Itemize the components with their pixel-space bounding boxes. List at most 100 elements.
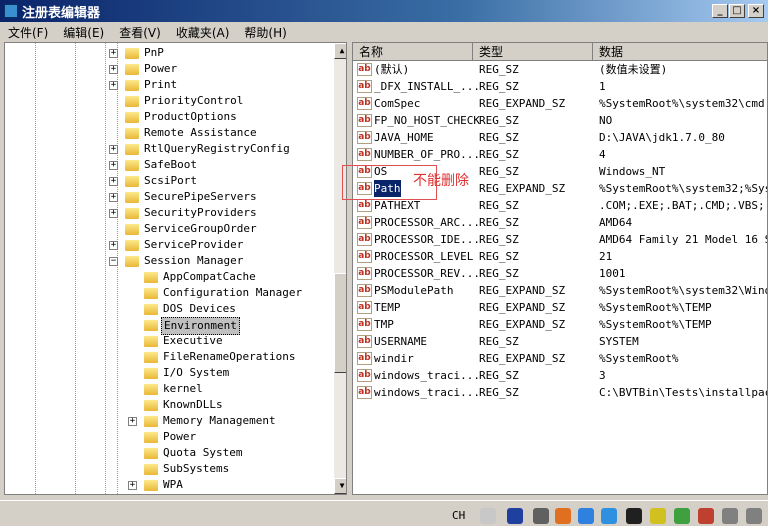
- tree-item-label: Remote Assistance: [144, 126, 257, 139]
- tree-item[interactable]: + SecurePipeServers: [5, 189, 333, 205]
- value-row[interactable]: ab PROCESSOR_IDE... REG_SZ AMD64 Family 21 …: [353, 231, 767, 248]
- expand-icon[interactable]: +: [109, 177, 118, 186]
- value-data: AMD64: [599, 216, 633, 229]
- tree-item[interactable]: + WPA: [5, 477, 333, 493]
- column-type[interactable]: 类型: [473, 43, 593, 61]
- expand-icon[interactable]: +: [109, 49, 118, 58]
- tree-item[interactable]: + Power: [5, 61, 333, 77]
- expand-icon[interactable]: +: [109, 161, 118, 170]
- search-icon[interactable]: [555, 508, 571, 524]
- tree-item-label: Power: [144, 62, 178, 75]
- tree-item[interactable]: Executive: [5, 333, 333, 349]
- language-indicator[interactable]: CH: [452, 509, 465, 522]
- value-type: REG_SZ: [479, 148, 519, 161]
- tree-item[interactable]: + ServiceProvider: [5, 237, 333, 253]
- menu-help[interactable]: 帮助(H): [236, 22, 293, 40]
- cloud-icon[interactable]: [601, 508, 617, 524]
- tree-item[interactable]: − Session Manager: [5, 253, 333, 269]
- tree-item[interactable]: KnownDLLs: [5, 397, 333, 413]
- tree-item[interactable]: PriorityControl: [5, 93, 333, 109]
- help-icon[interactable]: [507, 508, 523, 524]
- power-icon[interactable]: [722, 508, 738, 524]
- value-row[interactable]: ab FP_NO_HOST_CHECK REG_SZ NO: [353, 112, 767, 129]
- tree-item-label: AppCompatCache: [163, 270, 256, 283]
- list-header: 名称 类型 数据: [353, 43, 767, 61]
- volume-icon[interactable]: [698, 508, 714, 524]
- tree-item[interactable]: + Memory Management: [5, 413, 333, 429]
- value-row[interactable]: ab TMP REG_EXPAND_SZ %SystemRoot%\TEMP: [353, 316, 767, 333]
- value-row[interactable]: ab PROCESSOR_ARC... REG_SZ AMD64: [353, 214, 767, 231]
- tree-item[interactable]: Power: [5, 429, 333, 445]
- tree-item[interactable]: + ScsiPort: [5, 173, 333, 189]
- tree-item[interactable]: Configuration Manager: [5, 285, 333, 301]
- display-icon[interactable]: [746, 508, 762, 524]
- menu-view[interactable]: 查看(V): [111, 22, 168, 40]
- value-name: PROCESSOR_REV...: [374, 267, 480, 280]
- string-value-icon: ab: [357, 80, 372, 93]
- value-row[interactable]: ab ComSpec REG_EXPAND_SZ %SystemRoot%\syste…: [353, 95, 767, 112]
- value-row[interactable]: ab JAVA_HOME REG_SZ D:\JAVA\jdk1.7.0_80: [353, 129, 767, 146]
- tree-item[interactable]: I/O System: [5, 365, 333, 381]
- plus-icon[interactable]: [650, 508, 666, 524]
- expand-icon[interactable]: +: [109, 241, 118, 250]
- tree-item[interactable]: Environment: [5, 317, 333, 335]
- tree-item[interactable]: AppCompatCache: [5, 269, 333, 285]
- value-row[interactable]: ab PSModulePath REG_EXPAND_SZ %SystemRoot%\…: [353, 282, 767, 299]
- network-icon[interactable]: [674, 508, 690, 524]
- value-row[interactable]: ab _DFX_INSTALL_... REG_SZ 1: [353, 78, 767, 95]
- tree-item[interactable]: + SafeBoot: [5, 157, 333, 173]
- tree-item[interactable]: ServiceGroupOrder: [5, 221, 333, 237]
- value-row[interactable]: ab NUMBER_OF_PRO... REG_SZ 4: [353, 146, 767, 163]
- string-value-icon: ab: [357, 114, 372, 127]
- maximize-button[interactable]: □: [729, 4, 745, 18]
- taskbar: CH: [0, 500, 768, 526]
- value-row[interactable]: ab PROCESSOR_REV... REG_SZ 1001: [353, 265, 767, 282]
- expand-icon[interactable]: +: [109, 193, 118, 202]
- tree-item[interactable]: Quota System: [5, 445, 333, 461]
- tree-item[interactable]: + RtlQueryRegistryConfig: [5, 141, 333, 157]
- value-row[interactable]: ab windows_traci... REG_SZ C:\BVTBin\Tests\…: [353, 384, 767, 401]
- value-row[interactable]: ab USERNAME REG_SZ SYSTEM: [353, 333, 767, 350]
- close-button[interactable]: ×: [748, 4, 764, 18]
- tree-item-label: Memory Management: [163, 414, 276, 427]
- value-row[interactable]: ab windir REG_EXPAND_SZ %SystemRoot%: [353, 350, 767, 367]
- keyboard-icon[interactable]: [480, 508, 496, 524]
- menu-favorites[interactable]: 收藏夹(A): [168, 22, 237, 40]
- collapse-icon[interactable]: −: [109, 257, 118, 266]
- tree-item[interactable]: kernel: [5, 381, 333, 397]
- scroll-down-button[interactable]: ▼: [334, 478, 346, 494]
- expand-icon[interactable]: +: [128, 417, 137, 426]
- tree-item[interactable]: + Print: [5, 77, 333, 93]
- value-row[interactable]: ab TEMP REG_EXPAND_SZ %SystemRoot%\TEMP: [353, 299, 767, 316]
- expand-icon[interactable]: +: [109, 209, 118, 218]
- contacts-icon[interactable]: [578, 508, 594, 524]
- folder-icon: [125, 64, 139, 75]
- tree-item-label: FileRenameOperations: [163, 350, 296, 363]
- value-row[interactable]: ab PROCESSOR_LEVEL REG_SZ 21: [353, 248, 767, 265]
- menu-edit[interactable]: 编辑(E): [55, 22, 111, 40]
- expand-icon[interactable]: +: [109, 65, 118, 74]
- scroll-thumb[interactable]: [334, 273, 346, 373]
- string-value-icon: ab: [357, 199, 372, 212]
- tree-scrollbar[interactable]: ▲ ▼: [334, 43, 346, 494]
- expand-icon[interactable]: +: [128, 481, 137, 490]
- scroll-up-button[interactable]: ▲: [334, 43, 346, 59]
- tree-item[interactable]: Remote Assistance: [5, 125, 333, 141]
- column-data[interactable]: 数据: [593, 43, 767, 61]
- tree-item[interactable]: DOS Devices: [5, 301, 333, 317]
- tree-item[interactable]: ProductOptions: [5, 109, 333, 125]
- value-name: windows_traci...: [374, 369, 480, 382]
- value-row[interactable]: ab windows_traci... REG_SZ 3: [353, 367, 767, 384]
- qq-icon[interactable]: [626, 508, 642, 524]
- tree-item[interactable]: SubSystems: [5, 461, 333, 477]
- column-name[interactable]: 名称: [353, 43, 473, 61]
- tree-item[interactable]: FileRenameOperations: [5, 349, 333, 365]
- restore-icon[interactable]: [533, 508, 549, 524]
- expand-icon[interactable]: +: [109, 145, 118, 154]
- tree-item[interactable]: + PnP: [5, 45, 333, 61]
- menu-file[interactable]: 文件(F): [0, 22, 55, 40]
- value-row[interactable]: ab (默认) REG_SZ (数值未设置): [353, 61, 767, 78]
- expand-icon[interactable]: +: [109, 81, 118, 90]
- tree-item[interactable]: + SecurityProviders: [5, 205, 333, 221]
- minimize-button[interactable]: _: [712, 4, 728, 18]
